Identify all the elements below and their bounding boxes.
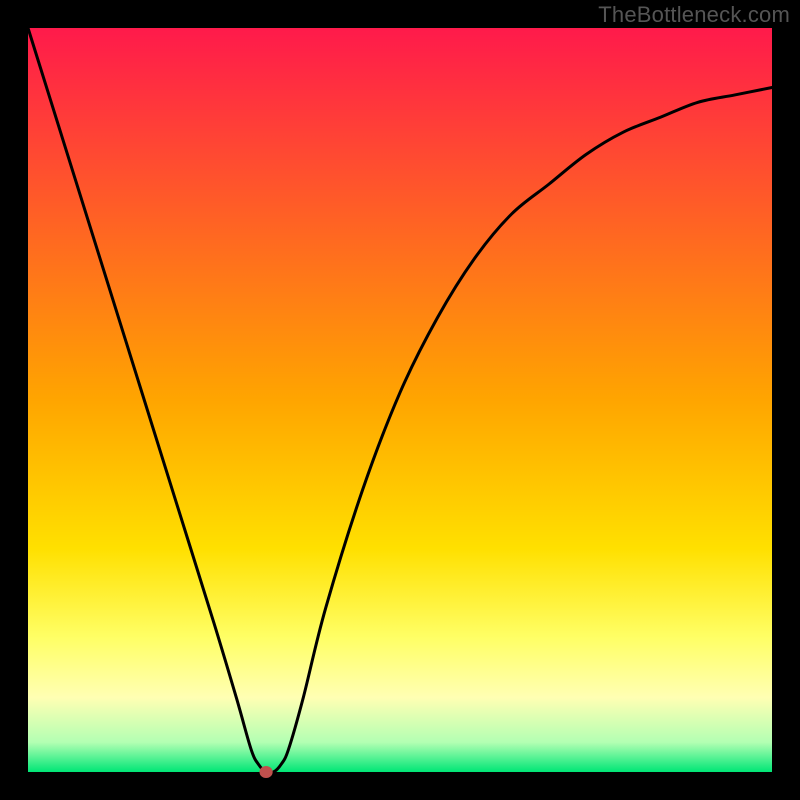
bottleneck-chart <box>0 0 800 800</box>
chart-stage: TheBottleneck.com <box>0 0 800 800</box>
chart-background-gradient <box>28 28 772 772</box>
optimal-point-marker <box>259 766 272 778</box>
watermark-label: TheBottleneck.com <box>598 2 790 28</box>
